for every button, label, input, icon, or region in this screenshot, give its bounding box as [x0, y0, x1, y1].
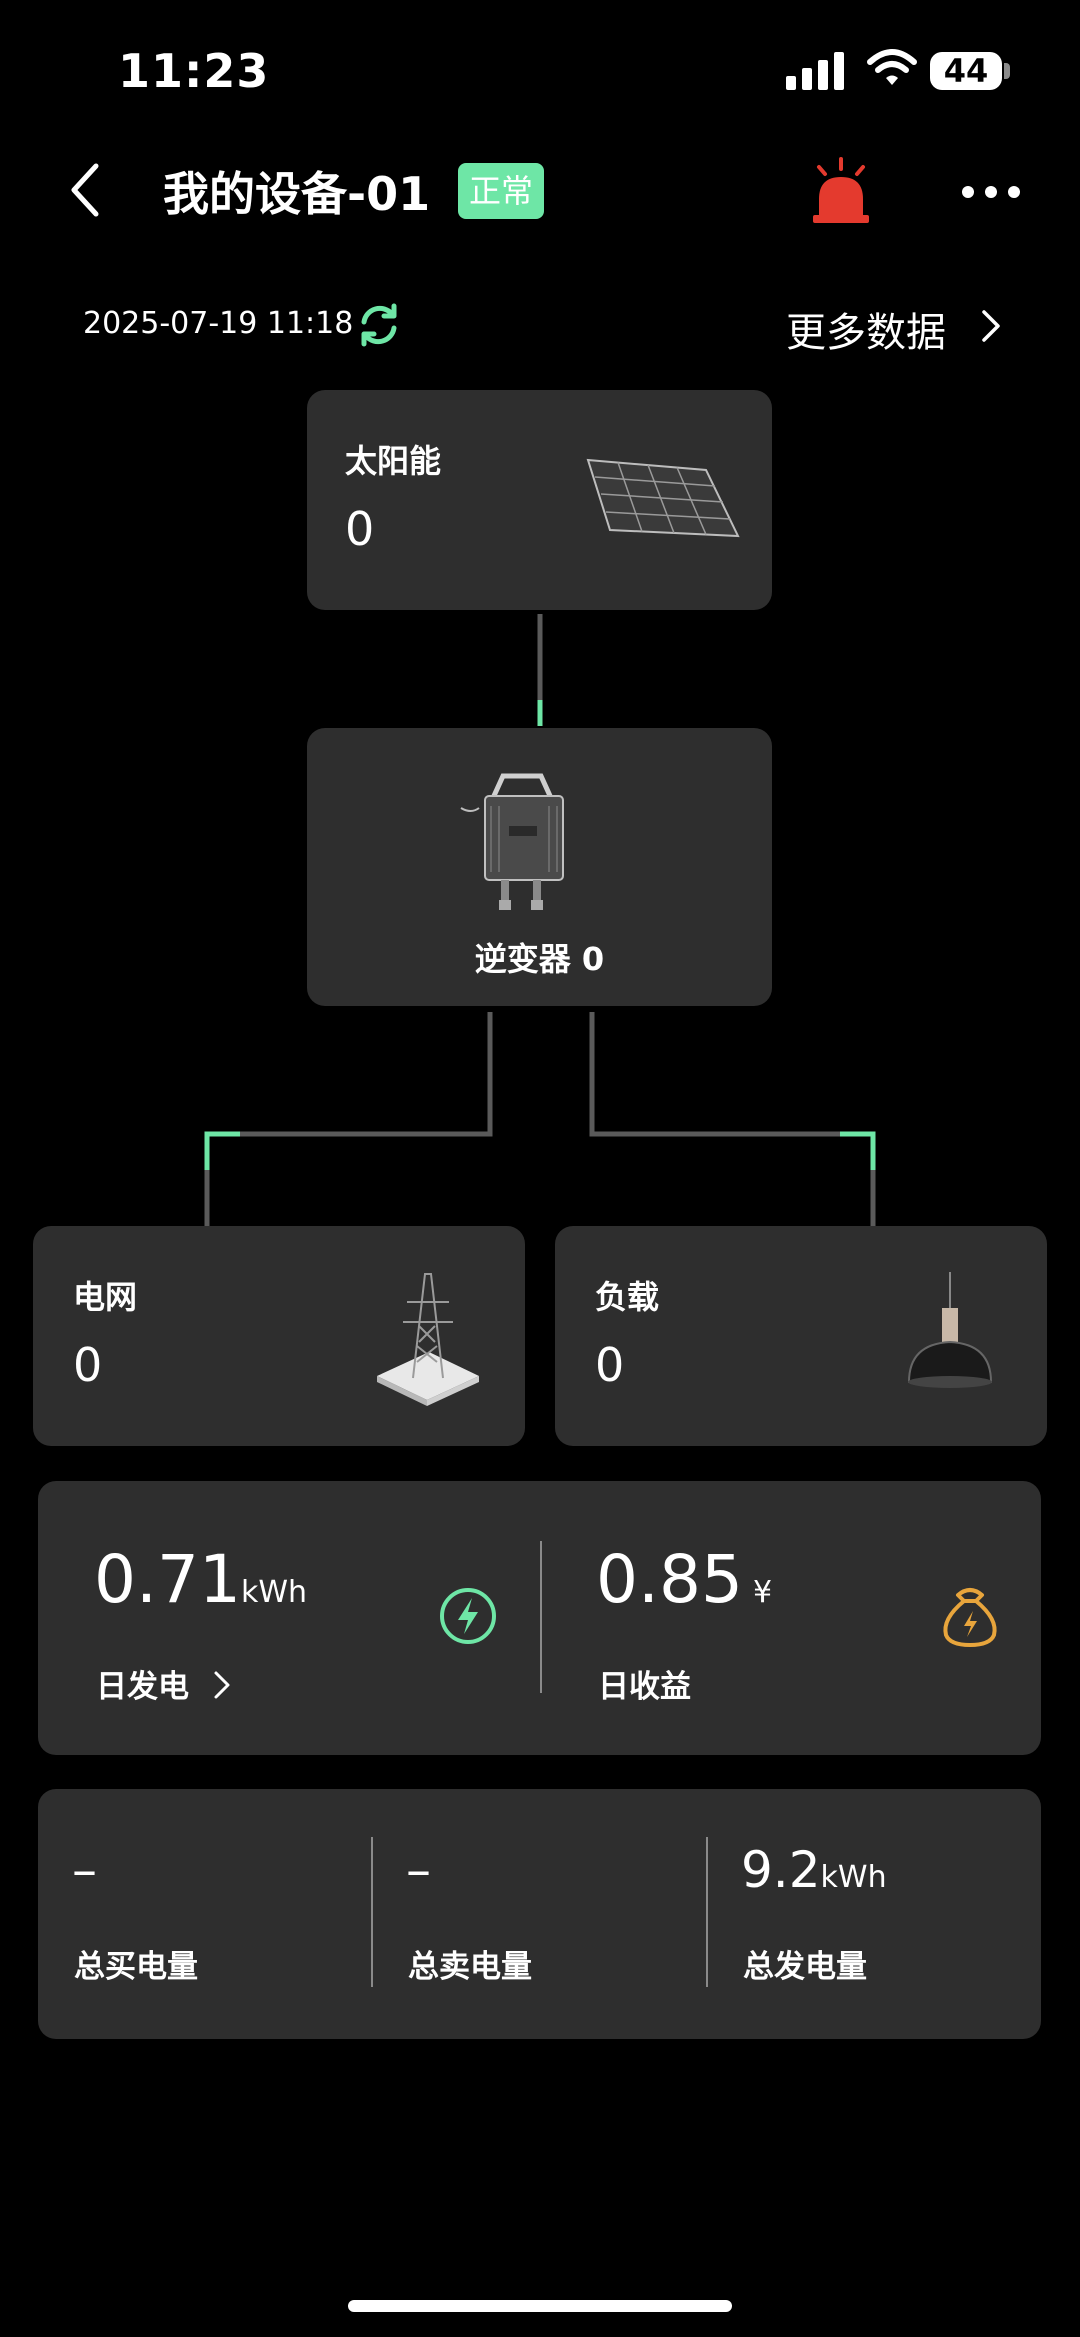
- stats-divider: [540, 1541, 542, 1693]
- solar-card[interactable]: 太阳能 0: [307, 390, 772, 610]
- total-generated-unit: kWh: [820, 1860, 887, 1895]
- total-sold-value-wrap: –: [406, 1841, 431, 1899]
- totals-card: – 总买电量 – 总卖电量 9.2kWh 总发电量: [38, 1789, 1041, 2039]
- money-bag-icon: [943, 1588, 997, 1647]
- daily-generation-label: 日发电: [96, 1669, 189, 1705]
- battery-cap: [1004, 63, 1010, 79]
- grid-value: 0: [73, 1338, 103, 1392]
- inverter-icon: [460, 773, 564, 910]
- chevron-right-icon[interactable]: [980, 308, 1002, 344]
- solar-panel-icon: [586, 458, 740, 538]
- totals-divider-2: [706, 1837, 708, 1987]
- daily-income-unit: ¥: [752, 1575, 773, 1610]
- daily-income-value: 0.85: [596, 1541, 743, 1618]
- total-sold-label: 总卖电量: [408, 1949, 532, 1985]
- total-bought-value-wrap: –: [72, 1841, 97, 1899]
- total-bought-label: 总买电量: [74, 1949, 198, 1985]
- more-icon[interactable]: [958, 172, 1024, 212]
- daily-income-value-wrap: 0.85 ¥: [596, 1541, 772, 1618]
- daily-generation-link[interactable]: 日发电: [96, 1661, 234, 1706]
- solar-value: 0: [345, 502, 375, 556]
- status-badge: 正常: [458, 163, 544, 219]
- page-title: 我的设备-01: [163, 167, 431, 221]
- home-indicator[interactable]: [348, 2300, 732, 2312]
- totals-divider-1: [371, 1837, 373, 1987]
- total-generated-label: 总发电量: [743, 1949, 867, 1985]
- status-time: 11:23: [118, 44, 270, 98]
- battery-indicator: 44: [930, 52, 1002, 90]
- load-label: 负载: [595, 1278, 660, 1316]
- load-value: 0: [595, 1338, 625, 1392]
- solar-label: 太阳能: [345, 442, 442, 480]
- wifi-icon: [867, 49, 917, 85]
- daily-income-label: 日收益: [598, 1669, 691, 1705]
- total-generated-value-wrap: 9.2kWh: [741, 1841, 887, 1899]
- daily-generation-unit: kWh: [240, 1575, 308, 1610]
- inverter-label: 逆变器 0: [474, 940, 605, 978]
- signal-icon: [786, 52, 844, 90]
- inverter-card[interactable]: 逆变器 0: [307, 728, 772, 1006]
- lamp-icon: [907, 1272, 993, 1388]
- load-card[interactable]: 负载 0: [555, 1226, 1047, 1446]
- total-bought-value: –: [72, 1841, 97, 1899]
- alarm-icon[interactable]: [805, 155, 877, 227]
- back-icon[interactable]: [60, 160, 110, 220]
- chevron-right-icon: [214, 1671, 230, 1699]
- daily-generation-value-wrap: 0.71kWh: [94, 1541, 307, 1618]
- refresh-icon[interactable]: [356, 302, 402, 348]
- total-generated-value: 9.2: [741, 1841, 821, 1899]
- power-tower-icon: [377, 1273, 479, 1406]
- update-timestamp: 2025-07-19 11:18: [83, 306, 354, 341]
- more-data-link[interactable]: 更多数据: [786, 300, 946, 358]
- daily-stats-card: 0.71kWh 日发电 0.85 ¥ 日收益: [38, 1481, 1041, 1755]
- grid-label: 电网: [73, 1278, 138, 1316]
- total-sold-value: –: [406, 1841, 431, 1899]
- grid-card[interactable]: 电网 0: [33, 1226, 525, 1446]
- daily-generation-value: 0.71: [94, 1541, 241, 1618]
- lightning-icon: [440, 1588, 496, 1644]
